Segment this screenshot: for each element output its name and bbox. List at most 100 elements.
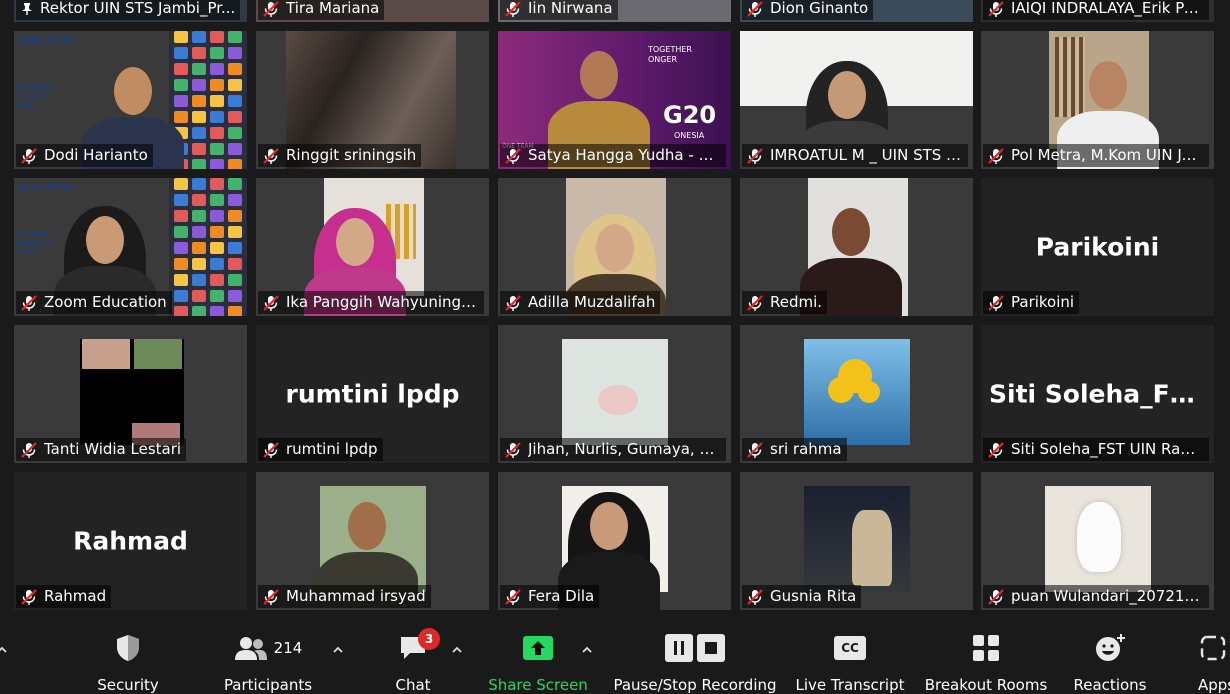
participant-tile[interactable]: IAIQI INDRALAYA_Erik Pe...: [981, 0, 1214, 22]
live-transcript-label: Live Transcript: [795, 676, 905, 694]
participant-tile[interactable]: lpdp ⊕CAI MENEMBUS BEASISWA LPDP Dodi Hari…: [14, 31, 247, 169]
participant-tile[interactable]: Rektor UIN STS Jambi_Pr...: [14, 0, 247, 22]
slide-brand: lpdp ⊕CAI: [18, 182, 74, 193]
participant-label: Pol Metra, M.Kom UIN JA...: [983, 144, 1209, 167]
participant-label: Rektor UIN STS Jambi_Pr...: [16, 0, 241, 20]
participant-name: Adilla Muzdalifah: [528, 293, 656, 311]
slide-lines: MENEMBUS BEASISWA LPDP: [16, 84, 55, 109]
participant-name: Iin Nirwana: [528, 0, 613, 17]
participant-tile[interactable]: Parikoini Parikoini: [981, 178, 1214, 316]
participants-icon: [234, 637, 267, 660]
participant-tile[interactable]: Muhammad irsyad: [256, 472, 489, 610]
pause-stop-icon: [665, 634, 725, 662]
participant-tile[interactable]: Siti Soleha_FST... Siti Soleha_FST UIN R…: [981, 325, 1214, 463]
mic-muted-icon: [747, 147, 763, 164]
participant-name-display: Parikoini: [1035, 232, 1160, 262]
participant-tile[interactable]: Iin Nirwana: [498, 0, 731, 22]
participant-label: IMROATUL M _ UIN STS J...: [742, 144, 968, 167]
participant-tile[interactable]: Rahmad Rahmad: [14, 472, 247, 610]
participant-name: Rahmad: [44, 587, 107, 605]
participant-tile[interactable]: Jihan, Nurlis, Gumaya, Sa...: [498, 325, 731, 463]
live-transcript-button[interactable]: CC Live Transcript: [792, 630, 908, 694]
share-screen-button[interactable]: Share Screen: [486, 630, 590, 694]
participant-label: Iin Nirwana: [500, 0, 618, 20]
participant-name: Jihan, Nurlis, Gumaya, Sa...: [528, 440, 721, 458]
participant-tile[interactable]: Gusnia Rita: [740, 472, 973, 610]
video-grid: Rektor UIN STS Jambi_Pr... Tira Mariana …: [0, 0, 1230, 612]
participant-name: Pol Metra, M.Kom UIN JA...: [1011, 146, 1204, 164]
breakout-rooms-button[interactable]: Breakout Rooms: [922, 630, 1050, 694]
participant-tile[interactable]: Fera Dila: [498, 472, 731, 610]
participant-label: puan Wulandari_2072100...: [983, 585, 1209, 608]
share-screen-label: Share Screen: [488, 676, 588, 694]
reactions-button[interactable]: Reactions: [1066, 630, 1154, 694]
participant-tile[interactable]: TOGETHERONGER G20 ONESIA ONE TEAM Satya …: [498, 31, 731, 169]
participant-name: Zoom Education: [44, 293, 167, 311]
shield-icon: [117, 635, 139, 661]
participant-tile[interactable]: sri rahma: [740, 325, 973, 463]
participant-label: rumtini lpdp: [258, 438, 383, 461]
mic-muted-icon: [747, 294, 763, 311]
participant-label: Tanti Widia Lestari: [16, 438, 187, 461]
participant-name: Tanti Widia Lestari: [44, 440, 182, 458]
mic-muted-icon: [21, 441, 37, 458]
participant-name-display: rumtini lpdp: [285, 379, 460, 409]
security-button[interactable]: Security: [88, 630, 168, 694]
participants-caret-icon[interactable]: [332, 644, 344, 656]
breakout-rooms-icon: [973, 635, 999, 661]
mic-muted-icon: [21, 294, 37, 311]
participant-label: Redmi.: [742, 291, 828, 314]
participant-tile[interactable]: Adilla Muzdalifah: [498, 178, 731, 316]
share-caret-icon[interactable]: [581, 644, 593, 656]
participant-name: Satya Hangga Yudha - SK...: [528, 146, 721, 164]
chat-button[interactable]: 3 Chat: [378, 628, 448, 694]
mic-muted-icon: [263, 441, 279, 458]
apps-button[interactable]: Apps: [1190, 630, 1230, 694]
participant-name: Muhammad irsyad: [286, 587, 426, 605]
cc-icon: CC: [834, 636, 866, 660]
mic-muted-icon: [505, 147, 521, 164]
participant-label: sri rahma: [742, 438, 847, 461]
participant-tile[interactable]: lpdp ⊕CAI MENEMBUS BEASISWA LPDP Zoom Educ…: [14, 178, 247, 316]
meeting-toolbar: Security 214 Participants 3 Chat Share S…: [0, 612, 1230, 694]
caret-up-icon[interactable]: [0, 644, 8, 656]
mic-muted-icon: [21, 588, 37, 605]
mic-muted-icon: [505, 441, 521, 458]
participant-tile[interactable]: Dion Ginanto: [740, 0, 973, 22]
participant-tile[interactable]: Ika Panggih Wahyuningty...: [256, 178, 489, 316]
participant-tile[interactable]: Redmi.: [740, 178, 973, 316]
participant-tile[interactable]: Ringgit sriningsih: [256, 31, 489, 169]
participant-label: IAIQI INDRALAYA_Erik Pe...: [983, 0, 1209, 20]
participant-tile[interactable]: Tanti Widia Lestari: [14, 325, 247, 463]
mic-muted-icon: [505, 294, 521, 311]
participant-label: Jihan, Nurlis, Gumaya, Sa...: [500, 438, 726, 461]
share-screen-icon: [523, 636, 553, 660]
chat-caret-icon[interactable]: [451, 644, 463, 656]
slide-brand: lpdp ⊕CAI: [18, 35, 74, 46]
participant-label: Satya Hangga Yudha - SK...: [500, 144, 726, 167]
participant-tile[interactable]: Tira Mariana: [256, 0, 489, 22]
apps-icon: [1200, 635, 1226, 661]
mic-muted-icon: [747, 0, 763, 17]
mic-muted-icon: [988, 0, 1004, 17]
participant-name: Siti Soleha_FST UIN Rade...: [1011, 440, 1204, 458]
reactions-label: Reactions: [1073, 676, 1147, 694]
participants-button[interactable]: 214 Participants: [218, 630, 318, 694]
participant-label: Rahmad: [16, 585, 112, 608]
participant-name: sri rahma: [770, 440, 842, 458]
slide-lines: MENEMBUS BEASISWA LPDP: [16, 231, 55, 256]
security-label: Security: [97, 676, 159, 694]
participant-tile[interactable]: IMROATUL M _ UIN STS J...: [740, 31, 973, 169]
participant-tile[interactable]: Pol Metra, M.Kom UIN JA...: [981, 31, 1214, 169]
pin-icon: [22, 2, 32, 15]
participant-tile[interactable]: puan Wulandari_2072100...: [981, 472, 1214, 610]
mic-muted-icon: [988, 588, 1004, 605]
participant-label: Tira Mariana: [258, 0, 385, 20]
mic-muted-icon: [263, 588, 279, 605]
mic-muted-icon: [988, 294, 1004, 311]
mic-muted-icon: [263, 294, 279, 311]
participants-count: 214: [273, 639, 303, 657]
record-button[interactable]: Pause/Stop Recording: [612, 630, 778, 694]
reactions-icon: [1096, 634, 1125, 661]
participant-tile[interactable]: rumtini lpdp rumtini lpdp: [256, 325, 489, 463]
